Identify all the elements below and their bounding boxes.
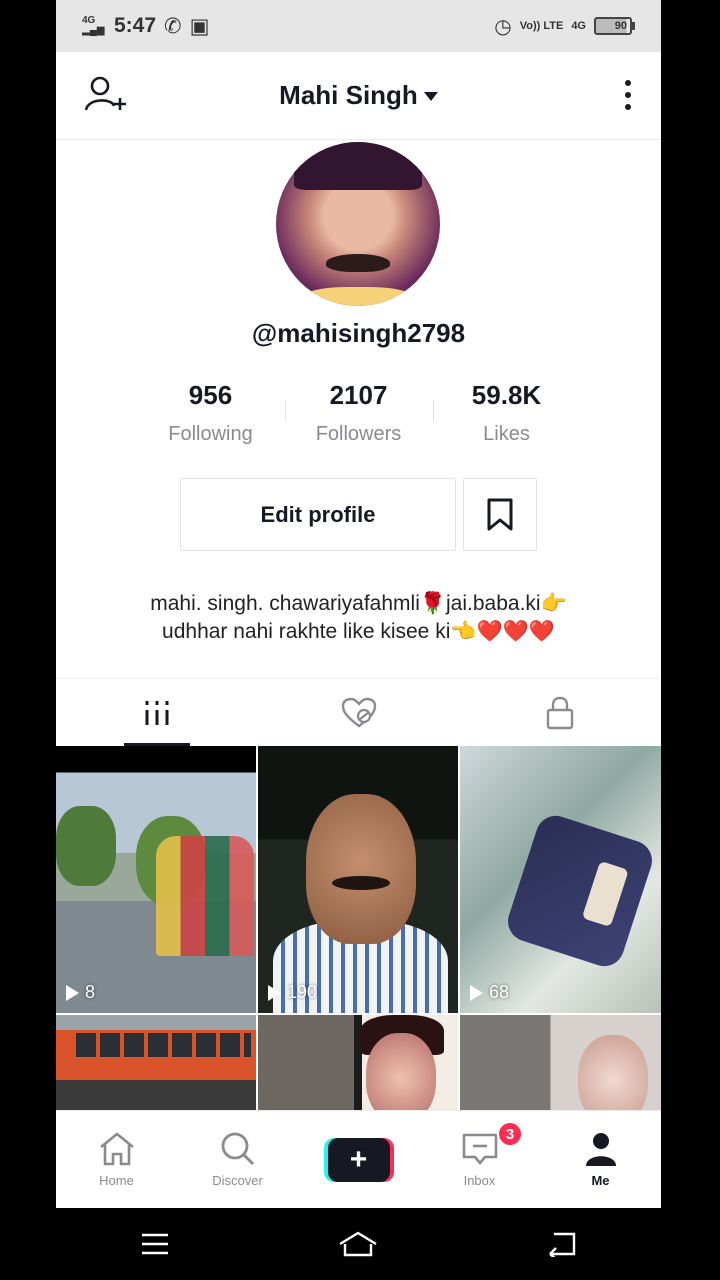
chevron-down-icon	[423, 92, 438, 101]
more-options-icon[interactable]	[625, 80, 631, 110]
play-icon	[268, 984, 281, 1001]
bio: mahi. singh. chawariyafahmli🌹jai.baba.ki…	[56, 590, 661, 646]
tab-private[interactable]	[459, 679, 661, 746]
liked-icon	[341, 697, 376, 728]
youtube-icon: ▣	[189, 14, 210, 38]
back-icon[interactable]	[546, 1231, 578, 1257]
following-count: 956	[188, 380, 233, 410]
likes-count: 59.8K	[471, 380, 542, 410]
profile-header: Mahi Singh	[56, 52, 661, 140]
video-thumbnail[interactable]	[460, 1015, 661, 1115]
username: @mahisingh2798	[251, 318, 466, 348]
profile-stats: 956 Following 2107 Followers 59.8K Likes	[56, 380, 661, 446]
likes-label: Likes	[483, 423, 530, 445]
clock: 5:47	[114, 14, 157, 37]
account-switcher[interactable]: Mahi Singh	[279, 80, 438, 111]
call-icon: ✆	[164, 14, 182, 38]
lock-icon	[546, 696, 574, 729]
network-label: 4G	[571, 20, 586, 32]
followers-count: 2107	[329, 380, 388, 410]
plus-icon: +	[327, 1137, 390, 1182]
nav-home-label: Home	[99, 1173, 134, 1188]
tab-videos[interactable]	[56, 679, 258, 746]
status-bar: 4G ▂▄▆ 5:47 ✆ ▣ ◷ Vo)) LTE 4G 90	[56, 0, 661, 52]
following-stat[interactable]: 956 Following	[137, 380, 285, 446]
home-icon	[99, 1132, 134, 1166]
nav-create[interactable]: +	[298, 1111, 419, 1208]
bookmark-icon	[487, 498, 513, 530]
video-thumbnail[interactable]: 190	[258, 746, 458, 1013]
signal-icon: 4G ▂▄▆	[82, 15, 105, 36]
play-icon	[66, 984, 79, 1001]
search-icon	[221, 1132, 254, 1166]
battery-icon: 90	[594, 17, 635, 35]
nav-me-label: Me	[591, 1173, 610, 1188]
video-thumbnail[interactable]: 68	[460, 746, 661, 1013]
app-screen: 4G ▂▄▆ 5:47 ✆ ▣ ◷ Vo)) LTE 4G 90 Mahi Sin…	[56, 0, 661, 1208]
avatar[interactable]	[276, 142, 440, 306]
create-button[interactable]: +	[323, 1137, 394, 1182]
home-button-icon[interactable]	[337, 1230, 379, 1258]
video-grid: 8 190 68	[56, 746, 661, 1115]
video-thumbnail[interactable]	[56, 1015, 256, 1115]
nav-me[interactable]: Me	[540, 1111, 661, 1208]
bio-line: mahi. singh. chawariyafahmli🌹jai.baba.ki…	[150, 592, 567, 615]
video-thumbnail[interactable]: 8	[56, 746, 256, 1013]
followers-stat[interactable]: 2107 Followers	[284, 380, 433, 446]
page-title: Mahi Singh	[279, 80, 418, 110]
view-count: 190	[268, 982, 317, 1003]
menu-icon[interactable]	[140, 1232, 170, 1256]
volte-label: Vo)) LTE	[519, 20, 564, 32]
tab-liked[interactable]	[258, 679, 460, 746]
favorites-button[interactable]	[463, 478, 537, 551]
nav-discover-label: Discover	[212, 1173, 263, 1188]
bio-line: udhhar nahi rakhte like kisee ki👈❤️❤️❤️	[162, 620, 555, 643]
view-count: 8	[66, 982, 95, 1003]
profile-icon	[585, 1133, 616, 1166]
nav-inbox[interactable]: 3 Inbox	[419, 1111, 540, 1208]
inbox-badge: 3	[497, 1121, 523, 1147]
nav-inbox-label: Inbox	[463, 1173, 496, 1188]
add-user-icon[interactable]	[84, 76, 128, 121]
nav-home[interactable]: Home	[56, 1111, 177, 1208]
alarm-icon: ◷	[494, 15, 512, 38]
likes-stat[interactable]: 59.8K Likes	[432, 380, 581, 446]
play-icon	[470, 984, 483, 1001]
inbox-icon	[462, 1133, 497, 1165]
view-count: 68	[470, 982, 509, 1003]
battery-level: 90	[594, 17, 632, 35]
bottom-nav: Home Discover + 3 Inbox Me	[56, 1110, 661, 1208]
followers-label: Followers	[315, 423, 402, 445]
following-label: Following	[168, 423, 253, 445]
video-thumbnail[interactable]	[258, 1015, 458, 1115]
grid-icon	[145, 700, 169, 725]
content-tabs	[56, 678, 661, 746]
edit-profile-button[interactable]: Edit profile	[180, 478, 456, 551]
nav-discover[interactable]: Discover	[177, 1111, 298, 1208]
system-nav-bar	[56, 1208, 661, 1280]
